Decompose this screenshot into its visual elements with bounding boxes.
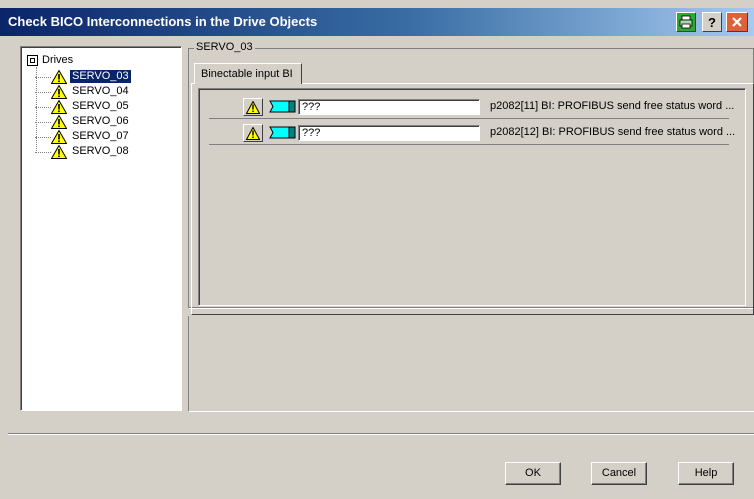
warning-icon <box>51 99 67 114</box>
svg-text:?: ? <box>708 15 716 29</box>
cancel-button[interactable]: Cancel <box>591 462 647 485</box>
tree-item-servo-07[interactable]: SERVO_07 <box>35 129 131 144</box>
help-icon[interactable]: ? <box>702 12 722 32</box>
bico-connector-icon[interactable] <box>269 126 297 139</box>
window-title: Check BICO Interconnections in the Drive… <box>8 14 318 29</box>
tree-item-servo-04[interactable]: SERVO_04 <box>35 84 131 99</box>
warning-icon <box>51 84 67 99</box>
tree-root-drives[interactable]: Drives <box>27 53 73 67</box>
parameter-description: p2082[11] BI: PROFIBUS send free status … <box>490 100 735 112</box>
warning-button[interactable] <box>243 98 263 116</box>
tree-item-label: SERVO_03 <box>70 70 131 83</box>
warning-icon <box>51 69 67 84</box>
background-window-strip <box>0 0 754 8</box>
tree-item-servo-08[interactable]: SERVO_08 <box>35 144 131 159</box>
dialog-body: Drives SERVO_03 SERVO_04 SERVO_05 SERVO_… <box>8 36 754 499</box>
drives-folder-icon <box>27 54 38 66</box>
warning-icon <box>246 126 260 140</box>
tree-item-label: SERVO_06 <box>72 115 129 127</box>
bico-connector-icon[interactable] <box>269 100 297 113</box>
drives-tree[interactable]: Drives SERVO_03 SERVO_04 SERVO_05 SERVO_… <box>20 46 182 411</box>
bico-source-field[interactable]: ??? <box>298 99 480 115</box>
bico-row: ??? p2082[11] BI: PROFIBUS send free sta… <box>199 95 743 119</box>
tree-item-label: SERVO_07 <box>72 130 129 142</box>
warning-icon <box>51 144 67 159</box>
tree-item-servo-06[interactable]: SERVO_06 <box>35 114 131 129</box>
tree-item-label: SERVO_04 <box>72 85 129 97</box>
lower-panel <box>188 316 754 412</box>
bico-source-field[interactable]: ??? <box>298 125 480 141</box>
tree-item-servo-05[interactable]: SERVO_05 <box>35 99 131 114</box>
parameter-description: p2082[12] BI: PROFIBUS send free status … <box>490 126 736 138</box>
tree-root-label: Drives <box>42 54 74 66</box>
warning-icon <box>51 114 67 129</box>
title-bar[interactable]: Check BICO Interconnections in the Drive… <box>0 8 754 36</box>
print-icon[interactable] <box>676 12 696 32</box>
button-divider <box>8 433 754 435</box>
bico-row: ??? p2082[12] BI: PROFIBUS send free sta… <box>199 121 743 145</box>
row-separator <box>209 118 729 119</box>
close-icon[interactable] <box>726 12 748 32</box>
warning-icon <box>246 100 260 114</box>
warning-button[interactable] <box>243 124 263 142</box>
warning-icon <box>51 129 67 144</box>
tab-binectable-input[interactable]: Binectable input BI <box>194 63 302 84</box>
tree-item-label: SERVO_08 <box>72 145 129 157</box>
ok-button[interactable]: OK <box>505 462 561 485</box>
group-label: SERVO_03 <box>194 41 255 53</box>
tree-item-label: SERVO_05 <box>72 100 129 112</box>
bico-list-panel: ??? p2082[11] BI: PROFIBUS send free sta… <box>198 88 746 306</box>
help-button[interactable]: Help <box>678 462 734 485</box>
row-separator <box>209 144 729 145</box>
tree-item-servo-03[interactable]: SERVO_03 <box>35 69 131 84</box>
